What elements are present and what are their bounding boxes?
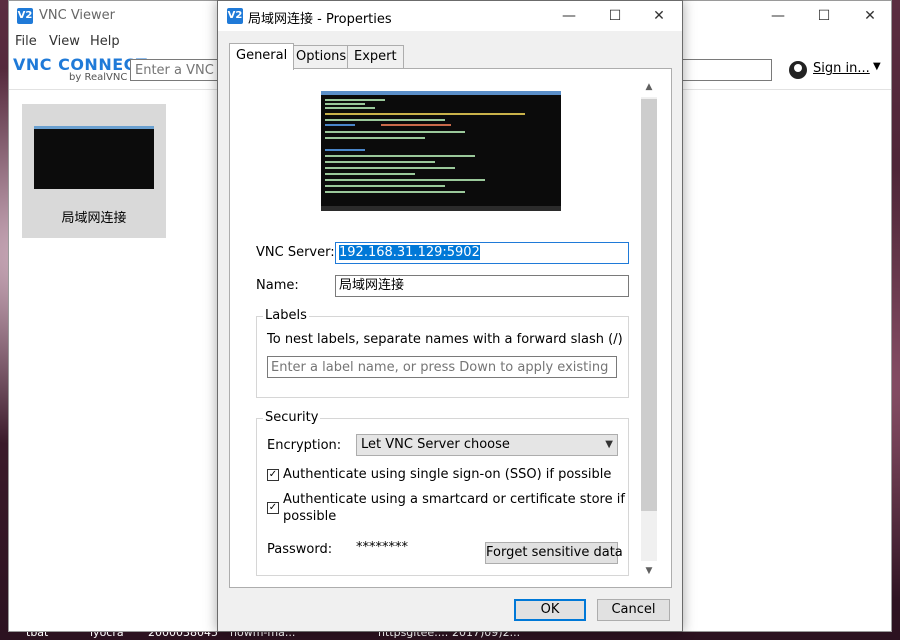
cancel-button[interactable]: Cancel xyxy=(597,599,670,621)
desktop-preview-image xyxy=(321,91,561,211)
sso-checkbox[interactable]: ✓ xyxy=(267,469,279,481)
scroll-up-icon[interactable]: ▲ xyxy=(641,79,657,95)
chevron-down-icon: ▼ xyxy=(605,439,613,450)
vnc-connect-logo: VNC CONNECT by RealVNC xyxy=(13,55,147,83)
vnc-server-field[interactable]: 192.168.31.129:5902 xyxy=(335,242,629,264)
sign-in-label: Sign in... xyxy=(813,61,870,76)
labels-group: Labels To nest labels, separate names wi… xyxy=(256,308,629,398)
name-field[interactable]: 局域网连接 xyxy=(335,275,629,297)
forget-sensitive-data-button[interactable]: Forget sensitive data xyxy=(485,542,623,564)
name-label: Name: xyxy=(256,278,299,293)
window-title: VNC Viewer xyxy=(39,8,116,23)
close-icon[interactable]: ✕ xyxy=(847,1,893,31)
encryption-select[interactable]: Let VNC Server choose ▼ xyxy=(356,434,618,456)
general-panel: VNC Server: 192.168.31.129:5902 Name: 局域… xyxy=(229,68,672,588)
menu-file[interactable]: File xyxy=(15,34,37,49)
user-icon xyxy=(789,61,807,79)
smartcard-label-cont[interactable]: possible xyxy=(283,509,336,524)
maximize-icon[interactable]: ☐ xyxy=(801,1,847,31)
properties-dialog: V2 局域网连接 - Properties — ☐ ✕ General Opti… xyxy=(217,0,683,632)
menu-help[interactable]: Help xyxy=(90,34,120,49)
password-value: ******** xyxy=(356,540,408,555)
labels-hint: To nest labels, separate names with a fo… xyxy=(267,332,623,347)
encryption-value: Let VNC Server choose xyxy=(361,437,510,452)
panel-scrollbar[interactable]: ▲ ▼ xyxy=(641,79,657,579)
vnc-app-icon: V2 xyxy=(227,8,243,24)
ok-button[interactable]: OK xyxy=(514,599,586,621)
label-input[interactable] xyxy=(267,356,617,378)
smartcard-checkbox[interactable]: ✓ xyxy=(267,502,279,514)
security-group: Security Encryption: Let VNC Server choo… xyxy=(256,410,629,576)
vnc-server-label: VNC Server: xyxy=(256,245,335,260)
connection-name: 局域网连接 xyxy=(61,211,127,226)
password-label: Password: xyxy=(267,542,333,557)
close-icon[interactable]: ✕ xyxy=(636,1,682,31)
security-group-title: Security xyxy=(263,410,321,425)
tab-expert[interactable]: Expert xyxy=(347,45,404,68)
chevron-down-icon: ▼ xyxy=(873,61,881,72)
menu-view[interactable]: View xyxy=(49,34,80,49)
smartcard-label[interactable]: Authenticate using a smartcard or certif… xyxy=(283,492,625,507)
labels-group-title: Labels xyxy=(263,308,309,323)
tab-general[interactable]: General xyxy=(229,43,295,70)
scroll-down-icon[interactable]: ▼ xyxy=(641,563,657,579)
sso-label[interactable]: Authenticate using single sign-on (SSO) … xyxy=(283,467,611,482)
maximize-icon[interactable]: ☐ xyxy=(592,1,638,31)
dialog-title-bar[interactable]: V2 局域网连接 - Properties — ☐ ✕ xyxy=(218,1,682,31)
dialog-title: 局域网连接 - Properties xyxy=(248,12,392,27)
connection-thumbnail xyxy=(34,126,154,189)
encryption-label: Encryption: xyxy=(267,438,342,453)
connection-tile[interactable]: 局域网连接 xyxy=(22,104,166,238)
scrollbar-thumb[interactable] xyxy=(641,99,657,511)
tab-options[interactable]: Options xyxy=(289,45,354,68)
vnc-app-icon: V2 xyxy=(17,8,33,24)
minimize-icon[interactable]: — xyxy=(546,1,592,31)
minimize-icon[interactable]: — xyxy=(755,1,801,31)
